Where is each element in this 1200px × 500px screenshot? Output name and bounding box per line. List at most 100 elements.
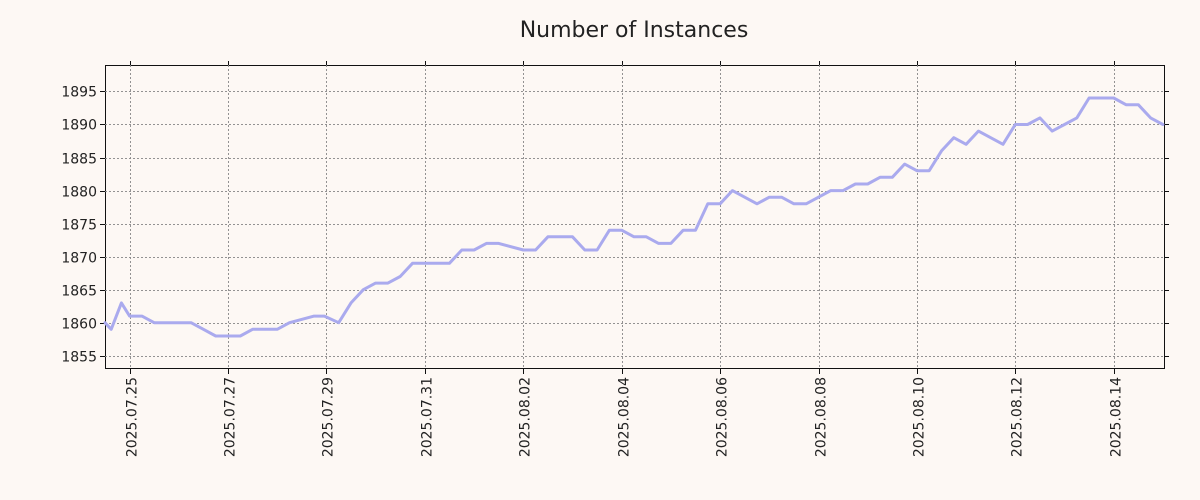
data-point [780,196,783,199]
x-tick-label: 2025.07.29 [321,377,337,457]
data-point [989,136,992,139]
data-point [1149,117,1152,119]
data-point [977,130,980,133]
data-point [1002,143,1004,146]
data-point [165,321,168,324]
data-point [965,143,967,146]
data-point [473,249,475,251]
data-point [323,315,326,317]
data-point [1088,97,1090,99]
y-tick-label: 1870 [61,251,97,267]
data-point [817,196,820,199]
data-point [128,315,131,317]
data-point [891,176,894,179]
chart-title: Number of Instances [520,18,749,43]
data-point [448,262,451,265]
x-tick-label: 2025.08.08 [814,377,830,457]
x-tick-label: 2025.08.02 [518,377,534,457]
data-point [227,335,229,337]
data-point [854,183,857,185]
data-point [214,335,217,337]
data-point [596,249,598,251]
data-point [829,189,832,192]
data-point [940,150,943,152]
data-point [768,196,771,199]
data-point [866,183,869,185]
data-point [276,328,279,331]
chart-container: Number of Instances 1855 1860 1865 1870 1875… [0,0,1200,500]
data-point [645,235,648,238]
x-tick-label: 2025.07.27 [223,377,239,457]
data-point [399,275,402,278]
x-tick-label: 2025.07.31 [420,377,436,457]
x-tick-label: 2025.07.25 [125,377,141,457]
data-point [522,249,525,251]
y-tick-label: 1865 [61,284,97,300]
data-point [657,242,660,245]
data-point [1026,123,1029,126]
data-point [1100,97,1103,99]
y-tick-label: 1885 [61,152,97,168]
data-point [620,229,623,232]
data-point [202,328,205,331]
data-point [1051,130,1054,133]
data-point [842,189,844,192]
data-point [374,282,377,284]
data-point [1039,117,1041,119]
x-tick-label: 2025.08.14 [1109,377,1125,457]
y-tick-label: 1880 [61,185,97,201]
data-point [1112,97,1115,99]
data-point [141,315,143,317]
data-point [288,321,291,324]
data-point [743,196,746,199]
data-point [411,262,414,265]
data-point [719,202,721,205]
data-point [952,136,955,139]
data-point [682,229,685,232]
data-point [362,288,365,291]
y-tick-label: 1855 [61,350,97,366]
data-point [1125,103,1127,106]
data-point [1075,117,1078,119]
data-point [670,242,672,245]
data-point [559,235,562,238]
data-point [221,335,223,337]
y-tick-label: 1895 [61,85,97,101]
data-point [337,321,340,324]
data-point [485,242,488,245]
data-point [104,321,106,324]
data-point [903,163,906,166]
data-point [313,315,315,317]
data-point [110,328,113,331]
data-point [251,328,254,331]
data-point [916,169,918,172]
data-point [756,202,758,205]
x-tick-label: 2025.08.04 [617,377,633,457]
data-point [805,202,808,205]
data-point [350,302,352,304]
data-point [608,229,611,232]
data-point [153,321,156,324]
data-point [706,202,709,205]
data-point [633,235,635,238]
line-chart: Number of Instances 1855 1860 1865 1870 1875… [61,18,1169,457]
data-point [1063,123,1066,126]
data-point [534,249,537,251]
x-tick-label: 2025.08.10 [912,377,928,457]
data-point [583,249,586,251]
data-point [120,302,123,304]
data-point [239,335,242,337]
x-tick-label: 2025.08.12 [1010,377,1026,457]
data-point [264,328,266,331]
data-point [190,321,193,324]
x-tick-label: 2025.08.06 [715,377,731,457]
data-point [571,235,574,238]
data-point [928,169,931,172]
data-point [436,262,438,265]
data-point [1162,123,1164,126]
data-point [793,202,795,205]
data-point [1137,103,1140,106]
y-tick-label: 1860 [61,317,97,333]
data-point [731,189,734,192]
data-point [694,229,697,232]
